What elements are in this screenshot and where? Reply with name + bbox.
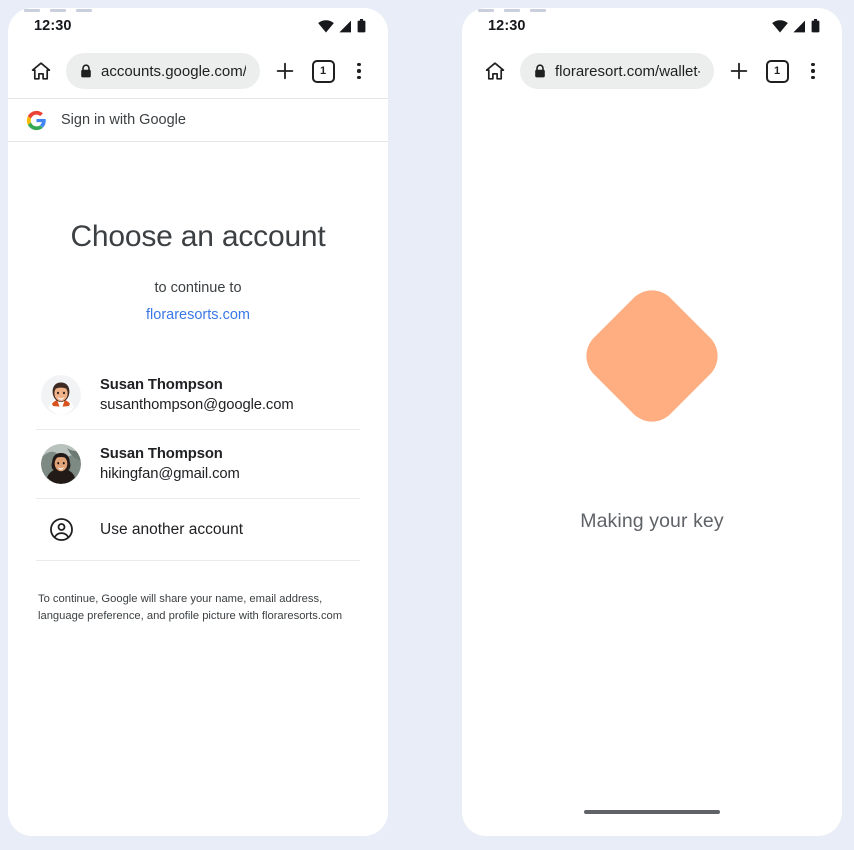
consent-disclaimer: To continue, Google will share your name… bbox=[38, 593, 343, 623]
cropped-top-artifact-right bbox=[478, 9, 546, 13]
overflow-menu-icon bbox=[811, 62, 815, 80]
account-name: Susan Thompson bbox=[100, 377, 223, 393]
sign-in-with-google-label: Sign in with Google bbox=[61, 112, 186, 128]
wifi-icon bbox=[318, 19, 334, 32]
battery-icon bbox=[357, 19, 366, 33]
battery-icon bbox=[811, 19, 820, 33]
account-email: susanthompson@google.com bbox=[100, 397, 294, 413]
page-title: Choose an account bbox=[70, 220, 326, 253]
address-bar[interactable]: accounts.google.com/o/ bbox=[66, 53, 260, 89]
cell-signal-icon bbox=[793, 20, 805, 32]
tab-count-badge: 1 bbox=[765, 59, 789, 83]
screenshot-canvas: 12:30 accounts.google.com/o/ 1 Sign in w… bbox=[0, 0, 854, 850]
avatar bbox=[41, 375, 81, 415]
lock-icon bbox=[80, 64, 92, 78]
account-email: hikingfan@gmail.com bbox=[100, 466, 240, 482]
home-button[interactable] bbox=[24, 54, 58, 88]
tab-count-badge: 1 bbox=[311, 59, 335, 83]
overflow-menu-icon bbox=[357, 62, 361, 80]
lock-icon bbox=[534, 64, 546, 78]
status-icons bbox=[772, 19, 820, 33]
account-row[interactable]: Susan Thompson susanthompson@google.com bbox=[36, 361, 360, 430]
continue-to-label: to continue to bbox=[154, 280, 242, 296]
home-icon bbox=[485, 62, 505, 80]
wifi-icon bbox=[772, 19, 788, 32]
browser-toolbar-left: accounts.google.com/o/ 1 bbox=[8, 44, 388, 98]
new-tab-button[interactable] bbox=[270, 55, 300, 87]
new-tab-button[interactable] bbox=[724, 55, 754, 87]
overflow-menu-button[interactable] bbox=[344, 55, 374, 87]
phone-left: 12:30 accounts.google.com/o/ 1 Sign in w… bbox=[8, 8, 388, 836]
tab-switcher-button[interactable]: 1 bbox=[308, 55, 338, 87]
making-key-label: Making your key bbox=[580, 510, 724, 532]
home-button[interactable] bbox=[478, 54, 512, 88]
making-key-screen: Making your key bbox=[462, 98, 842, 836]
account-info: Susan Thompson susanthompson@google.com bbox=[100, 377, 294, 413]
google-g-icon bbox=[26, 110, 46, 130]
use-another-account-row[interactable]: Use another account bbox=[36, 499, 360, 561]
home-icon bbox=[31, 62, 51, 80]
sign-in-with-google-header: Sign in with Google bbox=[8, 98, 388, 142]
account-info: Susan Thompson hikingfan@gmail.com bbox=[100, 446, 240, 482]
status-time: 12:30 bbox=[488, 18, 526, 34]
address-bar[interactable]: floraresort.com/wallet- bbox=[520, 53, 714, 89]
account-row[interactable]: Susan Thompson hikingfan@gmail.com bbox=[36, 430, 360, 499]
phone-right: 12:30 floraresort.com/wallet- 1 Making y… bbox=[462, 8, 842, 836]
account-circle-icon bbox=[41, 517, 81, 542]
address-bar-url: accounts.google.com/o/ bbox=[101, 62, 246, 80]
tab-switcher-button[interactable]: 1 bbox=[762, 55, 792, 87]
plus-icon bbox=[276, 62, 294, 80]
use-another-account-label: Use another account bbox=[100, 520, 244, 538]
overflow-menu-button[interactable] bbox=[798, 55, 828, 87]
status-bar-left: 12:30 bbox=[8, 8, 388, 44]
home-indicator bbox=[584, 810, 720, 814]
cropped-top-artifact-left bbox=[24, 9, 92, 13]
status-bar-right: 12:30 bbox=[462, 8, 842, 44]
account-name: Susan Thompson bbox=[100, 446, 223, 462]
account-list: Susan Thompson susanthompson@google.com bbox=[36, 361, 360, 561]
status-time: 12:30 bbox=[34, 18, 72, 34]
plus-icon bbox=[730, 62, 748, 80]
status-icons bbox=[318, 19, 366, 33]
avatar bbox=[41, 444, 81, 484]
key-loading-shape bbox=[575, 279, 729, 433]
browser-toolbar-right: floraresort.com/wallet- 1 bbox=[462, 44, 842, 98]
cell-signal-icon bbox=[339, 20, 351, 32]
target-domain-link[interactable]: floraresorts.com bbox=[36, 307, 360, 323]
account-chooser: Choose an account to continue to florare… bbox=[8, 142, 388, 626]
address-bar-url: floraresort.com/wallet- bbox=[555, 62, 700, 80]
